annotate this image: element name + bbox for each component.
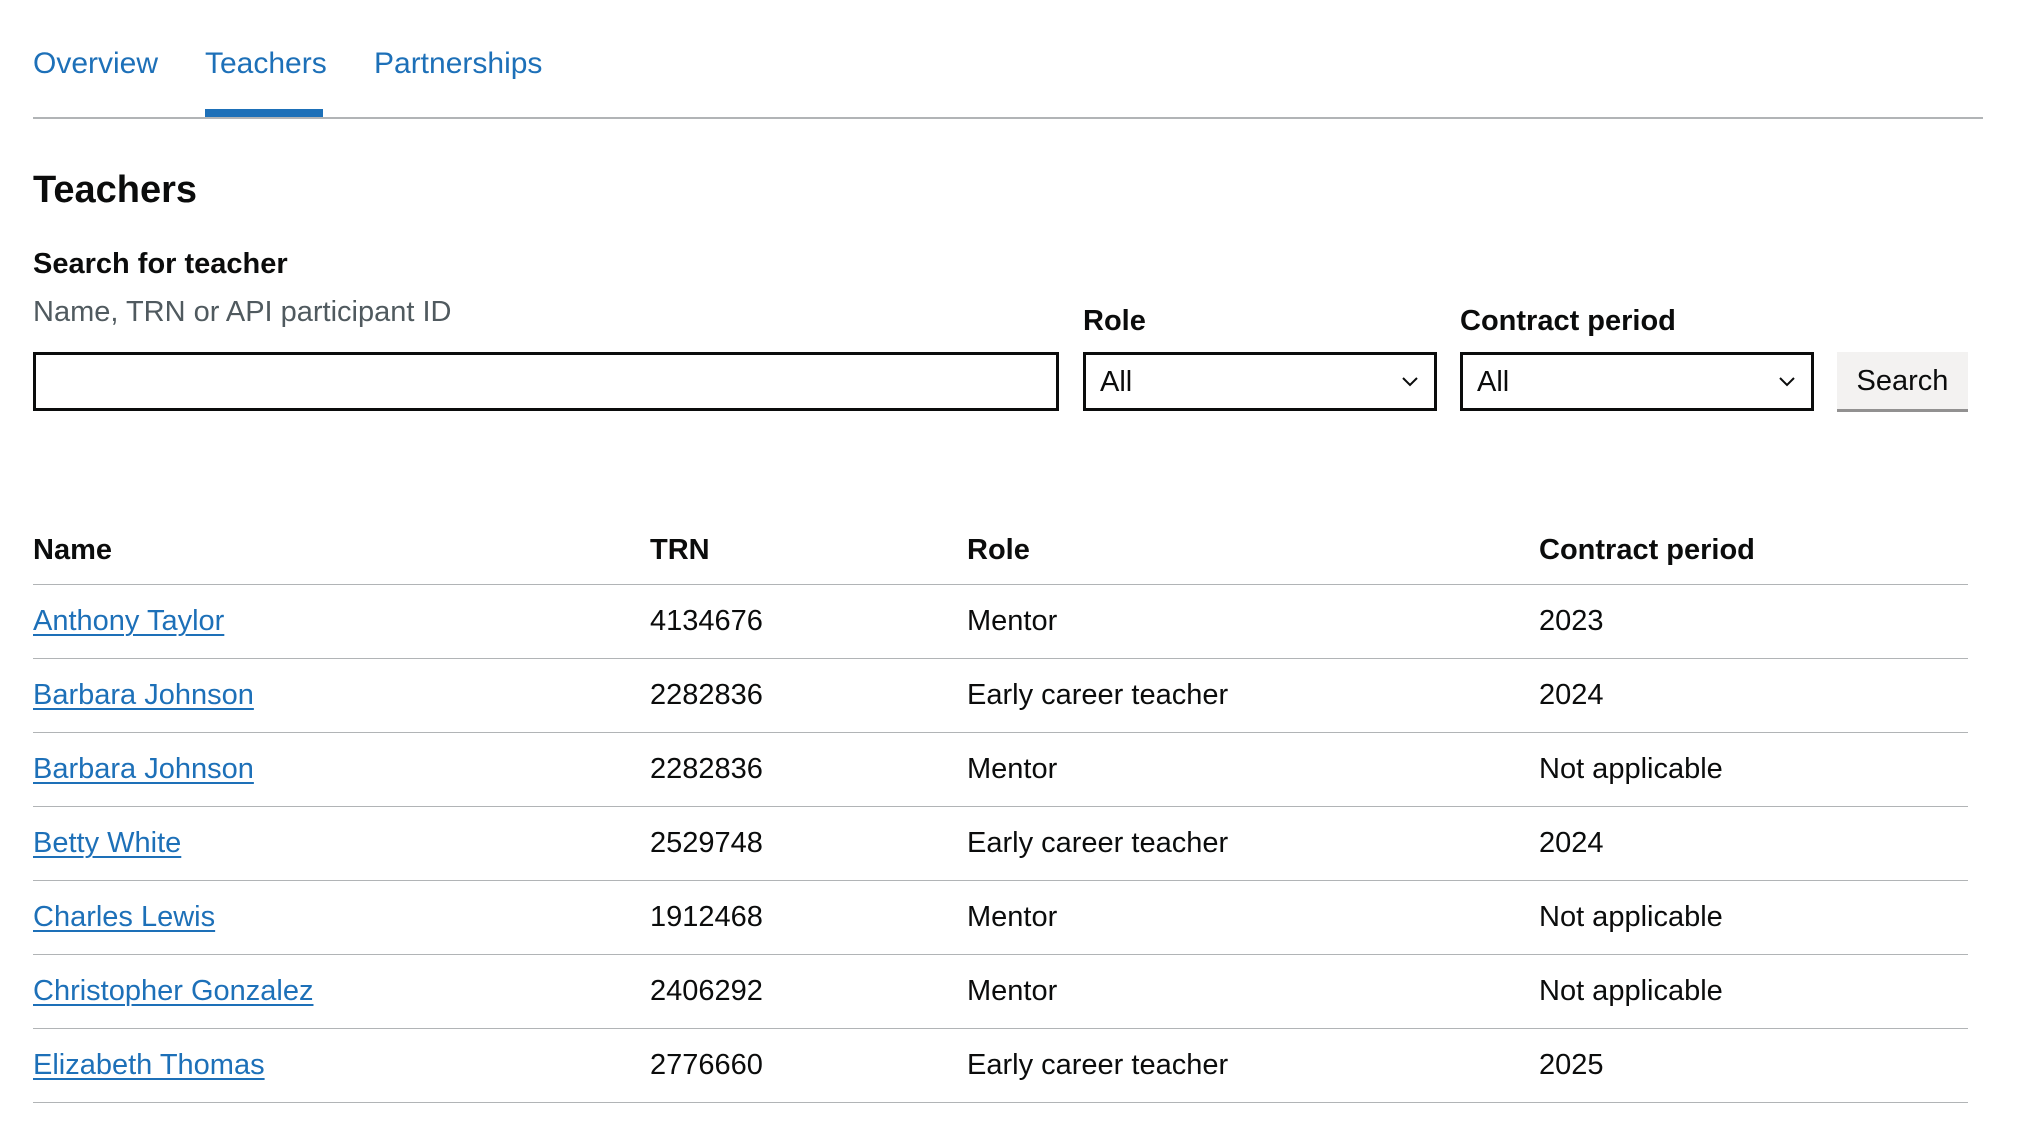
role-cell: Early career teacher (967, 658, 1539, 733)
contract-period-cell: Not applicable (1539, 880, 1968, 955)
role-label: Role (1083, 305, 1146, 337)
tab-bar: Overview Teachers Partnerships (33, 0, 1983, 119)
role-cell: Mentor (967, 880, 1539, 955)
search-input[interactable] (33, 352, 1059, 411)
table-row: Elizabeth Thomas 2776660 Early career te… (33, 1028, 1968, 1103)
contract-period-cell: 2025 (1539, 1028, 1968, 1103)
role-select[interactable]: All (1083, 352, 1437, 411)
active-tab-indicator (205, 109, 323, 117)
contract-period-cell: Not applicable (1539, 954, 1968, 1029)
table-row: Barbara Johnson 2282836 Mentor Not appli… (33, 732, 1968, 807)
role-cell: Early career teacher (967, 806, 1539, 881)
trn-cell: 2282836 (650, 732, 967, 807)
teachers-table: Name TRN Role Contract period Anthony Ta… (33, 516, 1968, 1103)
trn-cell: 4134676 (650, 584, 967, 659)
contract-period-cell: 2024 (1539, 658, 1968, 733)
column-header-contract-period: Contract period (1539, 516, 1968, 585)
contract-period-cell: Not applicable (1539, 732, 1968, 807)
column-header-trn: TRN (650, 516, 967, 585)
role-cell: Mentor (967, 732, 1539, 807)
chevron-down-icon (1779, 377, 1795, 387)
teacher-name-link[interactable]: Charles Lewis (33, 901, 215, 933)
role-cell: Mentor (967, 954, 1539, 1029)
contract-period-label: Contract period (1460, 305, 1676, 337)
tab-teachers[interactable]: Teachers (205, 44, 327, 84)
page: Overview Teachers Partnerships Teachers … (33, 0, 1983, 1103)
teacher-name-link[interactable]: Barbara Johnson (33, 753, 254, 785)
trn-cell: 2406292 (650, 954, 967, 1029)
tab-partnerships[interactable]: Partnerships (374, 44, 542, 84)
teacher-name-link[interactable]: Betty White (33, 827, 181, 859)
table-row: Betty White 2529748 Early career teacher… (33, 806, 1968, 881)
table-row: Anthony Taylor 4134676 Mentor 2023 (33, 584, 1968, 659)
contract-period-cell: 2024 (1539, 806, 1968, 881)
column-header-role: Role (967, 516, 1539, 585)
table-row: Charles Lewis 1912468 Mentor Not applica… (33, 880, 1968, 955)
teacher-name-link[interactable]: Christopher Gonzalez (33, 975, 313, 1007)
teacher-name-link[interactable]: Anthony Taylor (33, 605, 224, 637)
role-select-value: All (1100, 366, 1133, 398)
role-cell: Mentor (967, 584, 1539, 659)
column-header-name: Name (33, 516, 650, 585)
table-header-row: Name TRN Role Contract period (33, 516, 1968, 585)
teacher-name-link[interactable]: Elizabeth Thomas (33, 1049, 265, 1081)
page-title: Teachers (33, 169, 198, 211)
role-cell: Early career teacher (967, 1028, 1539, 1103)
chevron-down-icon (1402, 377, 1418, 387)
trn-cell: 2282836 (650, 658, 967, 733)
search-hint: Name, TRN or API participant ID (33, 296, 452, 328)
trn-cell: 2776660 (650, 1028, 967, 1103)
search-button[interactable]: Search (1837, 352, 1968, 412)
contract-period-select[interactable]: All (1460, 352, 1814, 411)
contract-period-cell: 2023 (1539, 584, 1968, 659)
table-row: Barbara Johnson 2282836 Early career tea… (33, 658, 1968, 733)
trn-cell: 1912468 (650, 880, 967, 955)
contract-period-select-value: All (1477, 366, 1510, 398)
trn-cell: 2529748 (650, 806, 967, 881)
table-row: Christopher Gonzalez 2406292 Mentor Not … (33, 954, 1968, 1029)
teacher-name-link[interactable]: Barbara Johnson (33, 679, 254, 711)
tab-overview[interactable]: Overview (33, 44, 158, 84)
search-label: Search for teacher (33, 248, 288, 280)
